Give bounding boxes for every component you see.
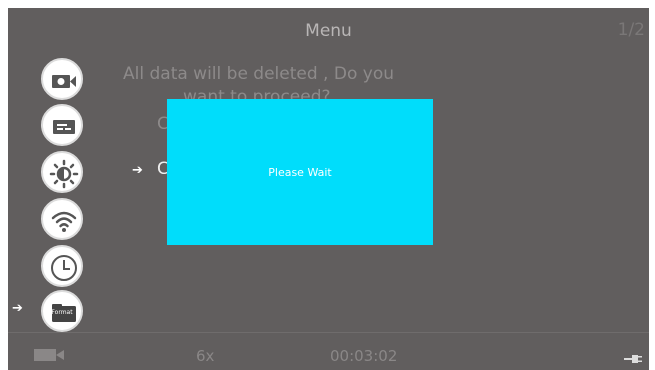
side-item-format[interactable]: Format <box>41 290 83 332</box>
status-power <box>624 350 642 363</box>
side-selection-arrow: ➔ <box>12 301 23 316</box>
side-item-brightness[interactable] <box>41 151 83 193</box>
display-icon <box>53 120 75 134</box>
side-item-wifi[interactable] <box>41 198 83 240</box>
format-icon-label: Format <box>51 309 73 316</box>
clock-icon <box>51 255 77 281</box>
side-item-video[interactable] <box>41 58 83 100</box>
please-wait-dialog: Please Wait <box>167 99 433 245</box>
status-divider <box>8 332 649 333</box>
zoom-level: 6x <box>196 347 215 365</box>
page-indicator: 1/2 <box>617 20 645 40</box>
prompt-line-1: All data will be deleted , Do you <box>123 64 394 84</box>
status-camera <box>32 347 66 363</box>
video-camera-icon <box>52 75 76 88</box>
power-plug-icon <box>624 355 642 363</box>
menu-title: Menu <box>305 21 352 41</box>
video-camera-icon <box>34 349 64 361</box>
wifi-icon <box>51 211 77 232</box>
dialog-message: Please Wait <box>268 165 332 179</box>
camera-screen: Menu 1/2 Format ➔ All data will be delet… <box>8 8 649 370</box>
record-timer: 00:03:02 <box>330 347 398 365</box>
brightness-icon <box>49 159 79 189</box>
option-selection-arrow: ➔ <box>132 163 143 178</box>
side-item-display[interactable] <box>41 104 83 146</box>
side-item-clock[interactable] <box>41 245 83 287</box>
